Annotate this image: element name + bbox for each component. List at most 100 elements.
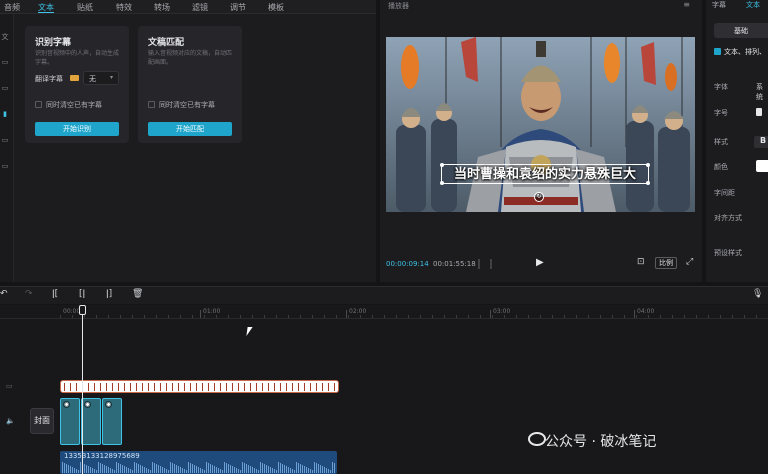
waveform-bar [162, 467, 163, 473]
caption-segment [178, 383, 179, 391]
waveform-bar [84, 464, 85, 473]
ruler-minor-tick [540, 315, 541, 318]
microphone-icon[interactable]: 🎙 [752, 289, 763, 299]
font-label: 字体 [714, 83, 728, 91]
video-preview[interactable]: 当时曹操和袁绍的实力悬殊巨大 ↻ [386, 37, 695, 212]
redo-icon[interactable]: ↷ [25, 289, 33, 299]
split-right-icon[interactable]: ǀ] [106, 289, 112, 299]
ruler-minor-tick [468, 315, 469, 318]
tab-audio[interactable]: 音频 [4, 2, 20, 13]
waveform-bar [198, 467, 199, 473]
ruler-minor-tick [576, 315, 577, 318]
rail-item-text[interactable]: 文 [0, 32, 10, 42]
video-clip[interactable]: ◉ [81, 398, 101, 445]
audio-mute-icon[interactable]: 🔈 [6, 417, 15, 425]
start-recognize-button[interactable]: 开始识别 [35, 122, 119, 136]
play-button[interactable]: ▶ [536, 257, 544, 268]
caption-segment [148, 383, 149, 391]
resize-handle[interactable] [440, 181, 444, 185]
ratio-button[interactable]: 比例 [655, 257, 677, 269]
cover-button[interactable]: 封面 [30, 408, 54, 434]
menu-icon[interactable]: ≡ [683, 0, 690, 9]
waveform-bar [222, 470, 223, 473]
audio-clip[interactable]: 13353133128975689 [60, 451, 337, 474]
color-swatch[interactable] [756, 160, 768, 172]
clear-existing-checkbox[interactable] [148, 101, 155, 108]
resize-handle[interactable] [646, 163, 650, 167]
clear-existing-label: 同时清空已有字幕 [159, 101, 215, 109]
waveform-bar [278, 462, 279, 473]
waveform-bar [122, 465, 123, 473]
waveform-bar [202, 469, 203, 473]
resize-handle[interactable] [440, 163, 444, 167]
ruler-minor-tick [108, 315, 109, 318]
caption-selection-box[interactable]: 当时曹操和袁绍的实力悬殊巨大 [440, 163, 650, 185]
snapshot-icon[interactable]: ⊡ [637, 257, 645, 267]
waveform-bar [144, 467, 145, 473]
waveform-bar [96, 470, 97, 473]
waveform-bar [250, 466, 251, 473]
ruler-minor-tick [72, 315, 73, 318]
rail-item-3[interactable]: ▭ [0, 84, 10, 92]
playhead-handle[interactable] [79, 305, 86, 315]
caption-text[interactable]: 当时曹操和袁绍的实力悬殊巨大 [442, 165, 648, 185]
rotate-icon[interactable]: ↻ [534, 192, 544, 202]
tab-effects[interactable]: 特效 [116, 2, 132, 13]
apply-all-checkbox[interactable] [714, 48, 721, 55]
preset-style-label: 预设样式 [714, 249, 742, 257]
waveform-bar [72, 467, 73, 473]
ruler-minor-tick [408, 315, 409, 318]
split-left-icon[interactable]: [ǀ [79, 289, 85, 299]
waveform-bar [166, 469, 167, 473]
ruler-minor-tick [588, 315, 589, 318]
waveform-bar [302, 465, 303, 473]
ruler-minor-tick [444, 315, 445, 318]
ruler-minor-tick [156, 315, 157, 318]
playhead[interactable] [82, 305, 83, 474]
caption-segment [100, 383, 101, 391]
video-frame-image [386, 37, 695, 212]
split-icon[interactable]: ǀ[ [52, 289, 58, 299]
tab-templates[interactable]: 模板 [268, 2, 284, 13]
video-clip[interactable]: ◉ [102, 398, 122, 445]
caption-track[interactable] [60, 380, 339, 393]
size-slider-thumb[interactable] [756, 108, 762, 116]
rail-item-2[interactable]: ▭ [0, 58, 10, 66]
rail-item-captions[interactable]: ▮ [0, 110, 10, 118]
timecode-grid-icon[interactable] [478, 259, 492, 269]
font-select[interactable]: 系统 [756, 82, 768, 102]
translate-select[interactable]: 无 ▾ [83, 71, 119, 85]
tab-adjust[interactable]: 调节 [230, 2, 246, 13]
ruler-minor-tick [324, 315, 325, 318]
ruler-minor-tick [456, 315, 457, 318]
translate-label: 翻译字幕 [35, 75, 63, 83]
undo-icon[interactable]: ↶ [0, 289, 8, 299]
caption-track-lock-icon[interactable]: ▭ [6, 382, 13, 390]
fullscreen-icon[interactable]: ⤢ [686, 257, 693, 267]
tab-inspector-text[interactable]: 文本 [746, 0, 760, 10]
caption-segment [196, 383, 197, 391]
ruler-minor-tick [300, 315, 301, 318]
waveform-bar [276, 470, 277, 473]
waveform-bar [172, 463, 173, 473]
waveform-bar [216, 467, 217, 473]
tab-caption[interactable]: 字幕 [712, 0, 726, 10]
ruler-minor-tick [264, 315, 265, 318]
video-clip[interactable]: ◉ [60, 398, 80, 445]
resize-handle[interactable] [646, 181, 650, 185]
rail-item-6[interactable]: ▭ [0, 162, 10, 170]
waveform-bar [310, 469, 311, 473]
tab-sticker[interactable]: 贴纸 [77, 2, 93, 13]
delete-icon[interactable]: 🗑 [132, 289, 143, 299]
tab-transitions[interactable]: 转场 [154, 2, 170, 13]
inspector-panel: 字幕 文本 基础 文本、排列、 字体 系统 字号 样式 B 颜色 字间距 对齐方… [706, 0, 768, 282]
bold-button[interactable]: B [754, 136, 768, 148]
tab-filters[interactable]: 滤镜 [192, 2, 208, 13]
start-match-button[interactable]: 开始匹配 [148, 122, 232, 136]
waveform-bar [254, 468, 255, 473]
time-ruler[interactable]: 00:00 01:00 02:00 03:00 04:00 [0, 305, 768, 319]
clear-existing-checkbox[interactable] [35, 101, 42, 108]
rail-item-5[interactable]: ▭ [0, 136, 10, 144]
basic-segment[interactable]: 基础 [714, 23, 768, 38]
waveform-bar [230, 465, 231, 473]
